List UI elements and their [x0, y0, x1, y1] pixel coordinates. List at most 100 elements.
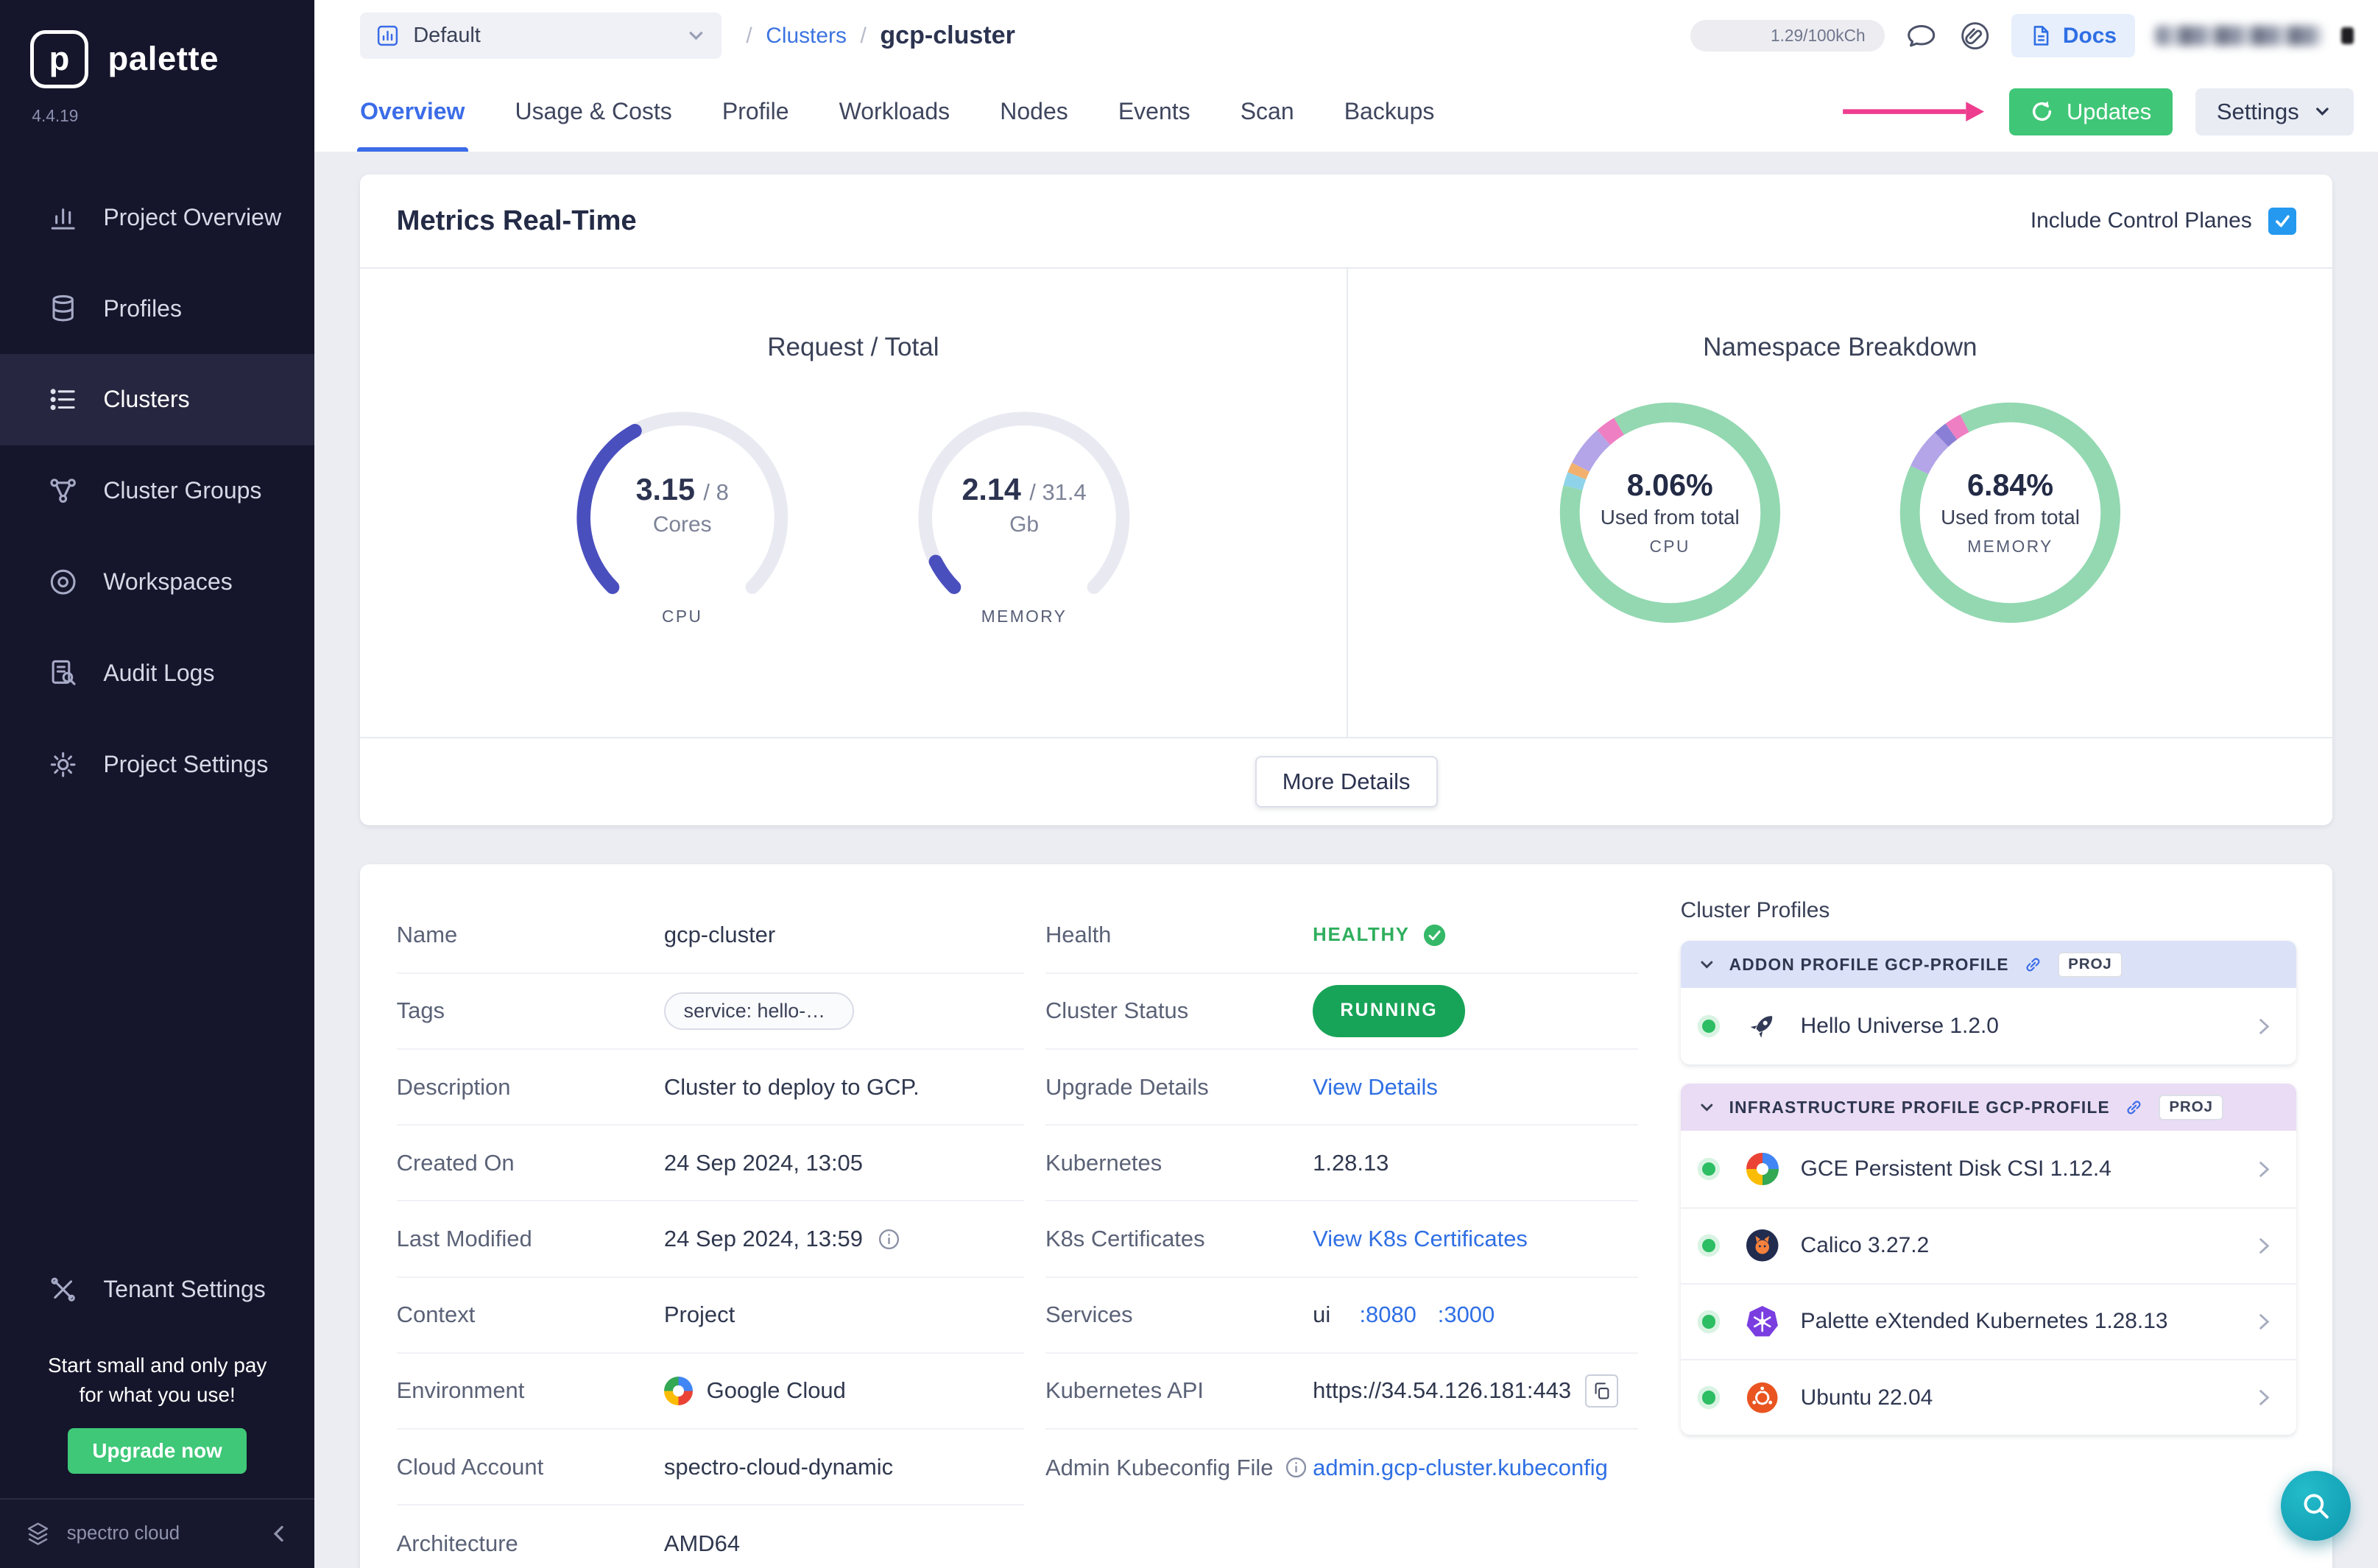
namespace-breakdown-title: Namespace Breakdown: [1703, 332, 1977, 361]
project-selector[interactable]: Default: [360, 12, 722, 60]
admin-kubeconfig-link[interactable]: admin.gcp-cluster.kubeconfig: [1313, 1455, 1608, 1481]
docs-button[interactable]: Docs: [2011, 13, 2135, 58]
details-middle-column: Health HEALTHY Cluster Status RUNNING Up…: [1045, 898, 1638, 1568]
tools-icon: [51, 1277, 75, 1302]
gear-icon: [50, 752, 76, 777]
chevron-right-icon: [2259, 1018, 2270, 1034]
sidebar-item-clusters[interactable]: Clusters: [0, 354, 315, 445]
view-details-link[interactable]: View Details: [1313, 1074, 1438, 1101]
cpu-gauge-chart: 3.15 / 8 Cores CPU: [567, 402, 798, 633]
service-port-8080-link[interactable]: :8080: [1359, 1302, 1416, 1328]
addon-profile-header[interactable]: ADDON PROFILE GCP-PROFILE PROJ: [1680, 941, 2296, 989]
cluster-profiles-panel: Cluster Profiles ADDON PROFILE GCP-PROFI…: [1680, 898, 2296, 1568]
service-name: ui: [1313, 1302, 1331, 1328]
infrastructure-profile-group: INFRASTRUCTURE PROFILE GCP-PROFILE PROJ …: [1680, 1084, 2296, 1435]
status-dot: [1701, 1315, 1716, 1329]
top-bar: Default / Clusters / gcp-cluster 1.29/10…: [314, 0, 2378, 71]
project-chart-icon: [377, 25, 398, 46]
profile-layer-hello-universe[interactable]: Hello Universe 1.2.0: [1680, 988, 2296, 1064]
memory-donut-chart: 6.84% Used from total MEMORY: [1881, 384, 2139, 642]
metrics-card: Metrics Real-Time Include Control Planes…: [360, 174, 2333, 825]
profile-layer-ubuntu[interactable]: Ubuntu 22.04: [1680, 1358, 2296, 1435]
sidebar-item-cluster-groups[interactable]: Cluster Groups: [0, 445, 314, 537]
chevron-down-icon: [1701, 961, 1713, 969]
service-port-3000-link[interactable]: :3000: [1438, 1302, 1495, 1328]
info-icon[interactable]: [877, 1227, 901, 1251]
settings-button[interactable]: Settings: [2195, 88, 2354, 135]
chevron-right-icon: [2259, 1314, 2270, 1329]
collapse-sidebar-icon[interactable]: [269, 1523, 290, 1544]
tab-nodes[interactable]: Nodes: [1000, 71, 1068, 152]
more-details-button[interactable]: More Details: [1255, 755, 1438, 808]
request-total-section: Request / Total 3.15 / 8 Cores CPU 2.14 …: [360, 269, 1348, 737]
user-name-redacted[interactable]: [2154, 26, 2322, 46]
tab-workloads[interactable]: Workloads: [839, 71, 950, 152]
status-dot: [1701, 1391, 1716, 1405]
brand: p palette: [0, 0, 314, 97]
context-value: Project: [663, 1302, 735, 1328]
health-status: HEALTHY: [1313, 922, 1447, 948]
link-icon[interactable]: [2022, 954, 2044, 975]
tab-scan[interactable]: Scan: [1241, 71, 1294, 152]
environment-value: Google Cloud: [706, 1377, 846, 1404]
include-control-planes-checkbox[interactable]: [2268, 207, 2296, 235]
sidebar-item-label: Tenant Settings: [103, 1276, 266, 1303]
request-total-title: Request / Total: [767, 332, 939, 361]
sidebar-item-audit-logs[interactable]: Audit Logs: [0, 627, 314, 718]
status-dot: [1701, 1019, 1716, 1034]
audit-icon: [52, 660, 76, 685]
upgrade-now-button[interactable]: Upgrade now: [68, 1428, 247, 1474]
chat-icon[interactable]: [1905, 19, 1938, 52]
namespace-breakdown-section: Namespace Breakdown 8.06% Used from tota…: [1348, 269, 2332, 737]
sidebar-item-workspaces[interactable]: Workspaces: [0, 537, 314, 628]
cluster-tab-bar: Overview Usage & Costs Profile Workloads…: [314, 71, 2378, 152]
breadcrumb-separator: /: [746, 23, 752, 48]
sidebar-item-profiles[interactable]: Profiles: [0, 263, 314, 354]
target-icon: [50, 569, 76, 595]
kubernetes-version-value: 1.28.13: [1313, 1149, 1389, 1176]
sidebar-item-label: Audit Logs: [103, 659, 215, 686]
sidebar: p palette 4.4.19 Project Overview Profil…: [0, 0, 315, 1568]
tab-profile[interactable]: Profile: [722, 71, 789, 152]
network-icon: [50, 478, 76, 504]
profile-layer-pxk[interactable]: Palette eXtended Kubernetes 1.28.13: [1680, 1282, 2296, 1359]
infrastructure-profile-header[interactable]: INFRASTRUCTURE PROFILE GCP-PROFILE PROJ: [1680, 1084, 2296, 1131]
content: Metrics Real-Time Include Control Planes…: [314, 152, 2378, 1568]
attachment-link-icon[interactable]: [1958, 19, 1991, 52]
link-icon[interactable]: [2123, 1097, 2145, 1118]
cloud-account-value: spectro-cloud-dynamic: [663, 1453, 894, 1480]
sidebar-item-project-settings[interactable]: Project Settings: [0, 718, 314, 810]
calico-icon: [1744, 1227, 1781, 1264]
sidebar-item-label: Project Settings: [103, 750, 269, 777]
sidebar-item-tenant-settings[interactable]: Tenant Settings: [0, 1244, 314, 1335]
architecture-value: AMD64: [663, 1530, 741, 1556]
sidebar-item-project-overview[interactable]: Project Overview: [0, 172, 314, 263]
app-name: palette: [107, 40, 219, 78]
view-k8s-certificates-link[interactable]: View K8s Certificates: [1313, 1226, 1528, 1252]
copy-icon: [1595, 1382, 1609, 1399]
tab-events[interactable]: Events: [1118, 71, 1190, 152]
addon-profile-group: ADDON PROFILE GCP-PROFILE PROJ Hello Uni…: [1680, 941, 2296, 1064]
tab-overview[interactable]: Overview: [357, 71, 468, 152]
copy-button[interactable]: [1584, 1374, 1619, 1408]
spectro-cloud-logo-icon: [27, 1522, 49, 1545]
project-scope-badge: PROJ: [2158, 1095, 2224, 1120]
breadcrumb-clusters-link[interactable]: Clusters: [766, 24, 847, 49]
cpu-donut-chart: 8.06% Used from total CPU: [1541, 384, 1799, 642]
project-scope-badge: PROJ: [2057, 952, 2123, 978]
profile-layer-calico[interactable]: Calico 3.27.2: [1680, 1207, 2296, 1283]
docs-button-label: Docs: [2062, 23, 2117, 48]
ubuntu-icon: [1744, 1380, 1781, 1416]
updates-button[interactable]: Updates: [2008, 88, 2173, 135]
chevron-down-icon: [2316, 107, 2329, 116]
tab-backups[interactable]: Backups: [1344, 71, 1435, 152]
gce-icon: [1744, 1151, 1781, 1187]
assistant-search-fab[interactable]: [2280, 1470, 2351, 1541]
breadcrumb-separator: /: [860, 23, 867, 48]
tab-actions: Updates Settings: [1840, 88, 2354, 135]
info-icon[interactable]: [1284, 1455, 1308, 1480]
tab-usage-costs[interactable]: Usage & Costs: [515, 71, 671, 152]
profile-layer-gce-csi[interactable]: GCE Persistent Disk CSI 1.12.4: [1680, 1131, 2296, 1207]
sidebar-footer: spectro cloud: [0, 1498, 315, 1568]
layers-icon: [52, 295, 74, 322]
